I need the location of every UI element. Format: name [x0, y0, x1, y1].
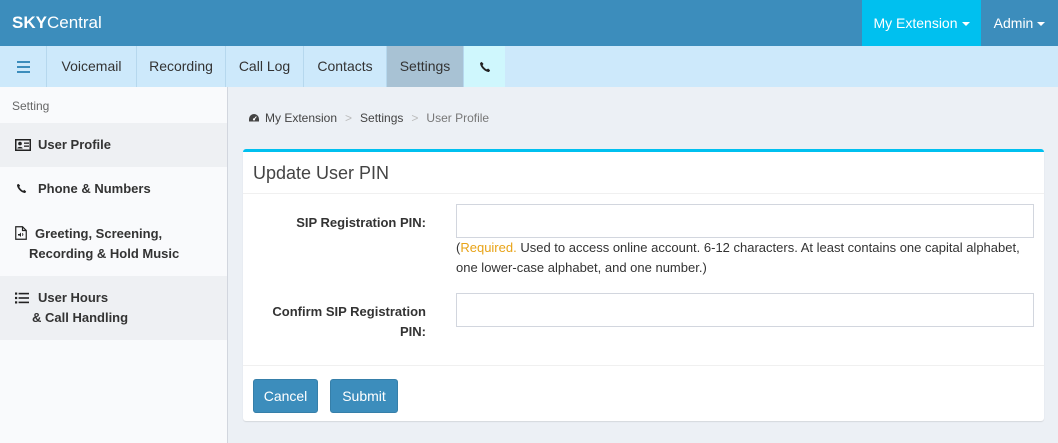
sidebar-item-label: Phone & Numbers	[38, 181, 151, 196]
confirm-pin-input[interactable]	[456, 293, 1034, 327]
breadcrumb-separator: >	[345, 111, 353, 125]
tab-voicemail[interactable]: Voicemail	[46, 46, 136, 87]
sidebar-item-label: Greeting, Screening,	[35, 226, 163, 241]
submit-button[interactable]: Submit	[330, 379, 398, 413]
breadcrumb-home-link[interactable]: My Extension	[265, 111, 337, 125]
pin-help-text: (Required. Used to access online account…	[456, 238, 1036, 278]
sidebar-item-label-line2: Recording & Hold Music	[29, 246, 180, 261]
tab-call-log[interactable]: Call Log	[225, 46, 303, 87]
help-description: Used to access online account. 6-12 char…	[456, 240, 1020, 275]
list-icon	[15, 292, 29, 304]
sidebar-item-user-profile[interactable]: User Profile	[0, 123, 227, 167]
sidebar-item-label: User Hours	[38, 290, 109, 305]
sidebar-heading: Setting	[12, 99, 50, 113]
sidebar-item-greeting-screening[interactable]: Greeting, Screening, Recording & Hold Mu…	[0, 211, 227, 276]
admin-menu[interactable]: Admin	[981, 0, 1058, 46]
confirm-pin-label: Confirm SIP Registration PIN:	[253, 302, 426, 342]
sidebar-item-phone-numbers[interactable]: Phone & Numbers	[0, 167, 227, 211]
panel-footer-divider	[243, 365, 1044, 366]
my-extension-menu[interactable]: My Extension	[862, 0, 981, 46]
admin-label: Admin	[993, 15, 1034, 31]
top-header: SKYCentral My Extension Admin	[0, 0, 1058, 46]
breadcrumb-separator: >	[411, 111, 419, 125]
settings-sidebar: Setting User Profile Phone & Numbers Gre…	[0, 87, 228, 443]
cancel-button[interactable]: Cancel	[253, 379, 318, 413]
sidebar-item-label: User Profile	[38, 137, 111, 152]
required-marker: Required.	[460, 240, 517, 255]
hamburger-menu-icon[interactable]	[0, 46, 46, 87]
brand-bold-text: SKY	[12, 13, 47, 32]
update-pin-panel: Update User PIN SIP Registration PIN: (R…	[243, 149, 1044, 421]
caret-down-icon	[961, 22, 970, 27]
sip-pin-input[interactable]	[456, 204, 1034, 238]
phone-icon	[16, 183, 27, 194]
dashboard-icon	[249, 114, 259, 122]
id-card-icon	[15, 139, 31, 151]
tab-phone[interactable]	[463, 46, 505, 87]
panel-title: Update User PIN	[253, 163, 390, 183]
caret-down-icon	[1037, 22, 1046, 27]
sip-pin-label: SIP Registration PIN:	[296, 215, 426, 230]
main-nav: Voicemail Recording Call Log Contacts Se…	[0, 46, 1058, 87]
brand-logo[interactable]: SKYCentral	[12, 0, 102, 46]
breadcrumb-settings-link[interactable]: Settings	[360, 111, 403, 125]
panel-divider	[243, 193, 1044, 194]
tab-settings[interactable]: Settings	[386, 46, 463, 87]
tab-contacts[interactable]: Contacts	[303, 46, 386, 87]
breadcrumb-current: User Profile	[426, 111, 490, 125]
audio-file-icon	[15, 226, 27, 240]
brand-rest-text: Central	[46, 13, 102, 32]
my-extension-label: My Extension	[873, 15, 958, 31]
tab-recording[interactable]: Recording	[136, 46, 225, 87]
sidebar-item-user-hours[interactable]: User Hours & Call Handling	[0, 276, 227, 340]
confirm-pin-label-line1: Confirm SIP Registration	[272, 304, 426, 319]
confirm-pin-label-line2: PIN:	[400, 324, 426, 339]
sidebar-item-label-line2: & Call Handling	[32, 310, 129, 325]
phone-icon	[479, 62, 490, 73]
breadcrumb: My Extension > Settings > User Profile	[248, 111, 489, 125]
